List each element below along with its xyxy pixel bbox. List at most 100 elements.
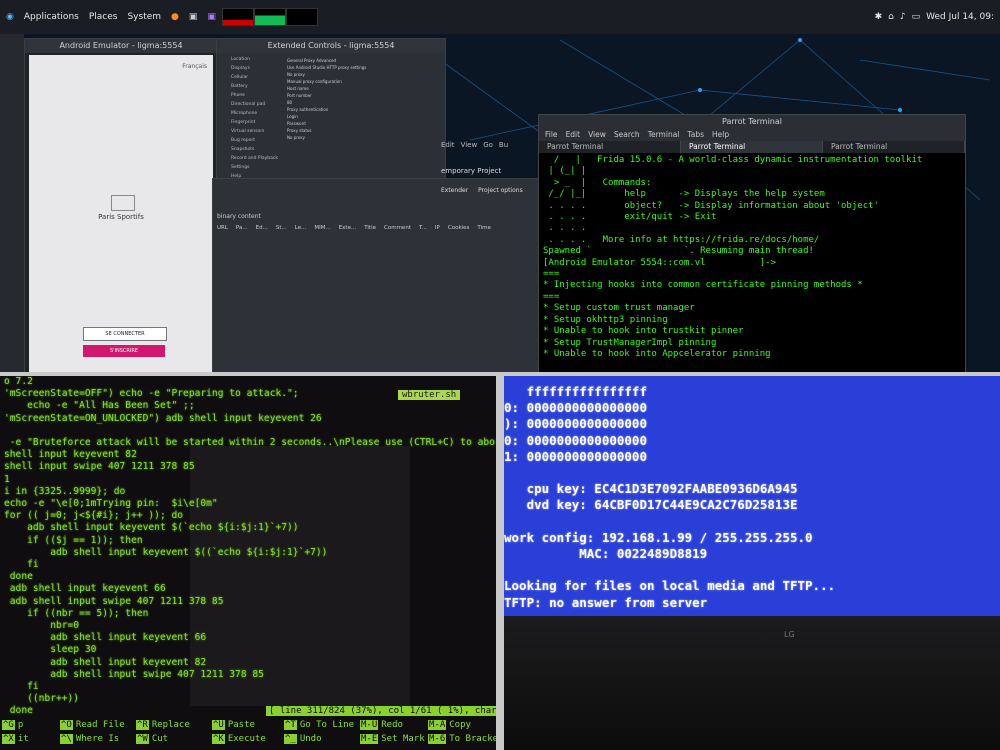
nano-buffer[interactable]: o 7.2 'mScreenState=OFF") echo -e "Prepa… (4, 376, 496, 718)
burp-project-title: emporary Project (441, 167, 502, 175)
term-menu-help[interactable]: Help (712, 129, 729, 141)
proxy-settings: General Proxy Advanced Use Android Studi… (287, 57, 437, 141)
shortcut-replace[interactable]: ^R Replace (136, 720, 190, 730)
shortcut-to-bracket[interactable]: M-6To Bracket (428, 734, 496, 744)
emulator-title: Android Emulator - ligma:5554 (25, 39, 217, 53)
ext-item[interactable]: Location (231, 55, 283, 64)
col-status[interactable]: St... (276, 225, 287, 231)
tab-proxy[interactable]: Proxy (304, 58, 315, 63)
col-tls[interactable]: T... (419, 225, 427, 231)
burp-menu-bu[interactable]: Bu (499, 141, 508, 149)
ext-item[interactable]: Settings (231, 163, 283, 172)
col-mime[interactable]: MIM... (314, 225, 330, 231)
file-manager-sidebar (0, 34, 24, 372)
phone-screen[interactable]: Français Paris Sportifs SE CONNECTER S'I… (29, 55, 213, 372)
col-edited[interactable]: Ed... (256, 225, 268, 231)
col-length[interactable]: Le... (295, 225, 307, 231)
login-label: Login (287, 114, 298, 119)
ext-item[interactable]: Microphone (231, 109, 283, 118)
tab-extender[interactable]: Extender (441, 187, 468, 194)
clock[interactable]: Wed Jul 14, 09: (926, 12, 994, 22)
ext-item[interactable]: Phone (231, 91, 283, 100)
app-logo (111, 195, 135, 211)
menu-places[interactable]: Places (89, 12, 118, 22)
burp-menubar: Edit View Go Bu (441, 141, 508, 149)
ext-item[interactable]: Bug report (231, 136, 283, 145)
terminal-tab[interactable]: Parrot Terminal (823, 141, 965, 153)
shortcut-go-to-line[interactable]: ^T Go To Line (284, 720, 354, 730)
bluetooth-icon[interactable]: ✱ (875, 12, 883, 22)
opt-manual-proxy[interactable]: Manual proxy configuration (287, 78, 437, 85)
opt-studio-proxy[interactable]: Use Android Studio HTTP proxy settings (287, 64, 437, 71)
shortcut-set-mark[interactable]: M-E Set Mark (360, 734, 425, 744)
term-menu-search[interactable]: Search (614, 129, 640, 141)
network-icon[interactable]: ⌂ (888, 12, 894, 22)
col-ext[interactable]: Exte... (339, 225, 357, 231)
shortcut-exit[interactable]: ^X it (2, 734, 29, 744)
parrot-logo-icon[interactable]: ◉ (6, 12, 14, 22)
tab-general[interactable]: General (287, 58, 303, 63)
terminal-menubar: File Edit View Search Terminal Tabs Help (539, 129, 965, 141)
firefox-icon[interactable]: ● (171, 12, 179, 22)
ext-item[interactable]: Record and Playback (231, 154, 283, 163)
monitor-brand-logo: LG (784, 630, 795, 639)
extended-controls-title: Extended Controls - ligma:5554 (217, 39, 445, 53)
shortcut-read-file[interactable]: ^O Read File (60, 720, 125, 730)
terminal-tab-active[interactable]: Parrot Terminal (681, 141, 823, 153)
term-menu-tabs[interactable]: Tabs (687, 129, 704, 141)
col-cookies[interactable]: Cookies (448, 225, 470, 231)
terminal-tab[interactable]: Parrot Terminal (539, 141, 681, 153)
port-label: Port number (287, 93, 312, 98)
ext-item[interactable]: Snapshots (231, 145, 283, 154)
term-menu-file[interactable]: File (545, 129, 558, 141)
shortcut-copy[interactable]: M-A Copy (428, 720, 471, 730)
shortcut-undo[interactable]: ^_ Undo (284, 734, 322, 744)
signup-button[interactable]: S'INSCRIRE (83, 345, 165, 357)
burp-menu-view[interactable]: View (461, 141, 478, 149)
burp-launcher-icon[interactable]: ▣ (207, 12, 216, 22)
volume-icon[interactable]: ♪ (900, 12, 906, 22)
shortcut-paste[interactable]: ^U Paste (212, 720, 255, 730)
menu-system[interactable]: System (127, 12, 161, 22)
burp-menu-go[interactable]: Go (483, 141, 493, 149)
ext-item[interactable]: Fingerprint (231, 118, 283, 127)
phone-lang-label[interactable]: Français (182, 63, 207, 70)
ext-item[interactable]: Virtual sensors (231, 127, 283, 136)
term-menu-terminal[interactable]: Terminal (648, 129, 680, 141)
col-ip[interactable]: IP (435, 225, 440, 231)
term-menu-edit[interactable]: Edit (566, 129, 581, 141)
shortcut-redo[interactable]: M-U Redo (360, 720, 403, 730)
ext-item[interactable]: Battery (231, 82, 283, 91)
terminal-output[interactable]: / | Frida 15.0.6 - A world-class dynamic… (539, 153, 965, 362)
col-time[interactable]: Time (477, 225, 490, 231)
ext-item[interactable]: Displays (231, 64, 283, 73)
menu-applications[interactable]: Applications (24, 12, 79, 22)
opt-proxy-auth[interactable]: Proxy authentication (287, 106, 437, 113)
shortcut-help[interactable]: ^G p (2, 720, 23, 730)
shortcut-cut[interactable]: ^W Cut (136, 734, 168, 744)
ext-item[interactable]: Directional pad (231, 100, 283, 109)
tab-advanced[interactable]: Advanced (316, 58, 336, 63)
android-emulator-window: Android Emulator - ligma:5554 Français P… (24, 38, 218, 372)
network-monitor (286, 8, 318, 26)
col-comment[interactable]: Comment (384, 225, 411, 231)
col-params[interactable]: Pa... (236, 225, 248, 231)
memory-monitor (254, 8, 286, 26)
ext-item[interactable]: Cellular (231, 73, 283, 82)
notification-icon[interactable]: ▭ (912, 12, 921, 22)
burp-tabs: Extender Project options (441, 187, 523, 194)
password-label: Password (287, 121, 306, 126)
term-menu-view[interactable]: View (588, 129, 606, 141)
shortcut-where-is[interactable]: ^\ Where Is (60, 734, 119, 744)
burp-menu-edit[interactable]: Edit (441, 141, 455, 149)
login-button[interactable]: SE CONNECTER (83, 327, 167, 341)
nano-shortcut-bar: ^G p ^X it ^O Read File ^\ Where Is ^R Replac… (0, 718, 496, 750)
tab-project-options[interactable]: Project options (478, 187, 523, 194)
terminal-launcher-icon[interactable]: ▣ (189, 12, 198, 22)
shortcut-execute[interactable]: ^K Execute (212, 734, 266, 744)
col-url[interactable]: URL (217, 225, 228, 231)
opt-no-proxy[interactable]: No proxy (287, 71, 437, 78)
col-title[interactable]: Title (364, 225, 376, 231)
desktop-screenshot-panel: ◉ Applications Places System ● ▣ ▣ ✱ ⌂ ♪… (0, 0, 1000, 372)
port-field[interactable]: 80 (287, 99, 437, 106)
